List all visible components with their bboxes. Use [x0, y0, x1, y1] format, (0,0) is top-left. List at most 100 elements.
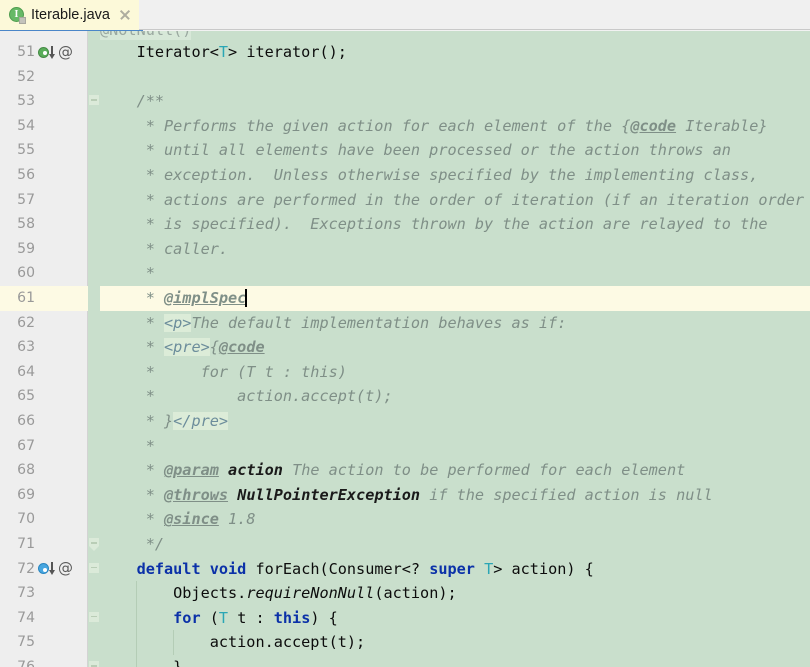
- code-text[interactable]: * @since 1.8: [100, 507, 810, 532]
- code-line[interactable]: 62 * <p>The default implementation behav…: [0, 311, 810, 336]
- code-text[interactable]: * @param action The action to be perform…: [100, 458, 810, 483]
- fold-marker[interactable]: [89, 606, 100, 631]
- code-token: t :: [228, 608, 274, 627]
- code-text[interactable]: * for (T t : this): [100, 360, 810, 385]
- code-token: T: [218, 43, 229, 61]
- code-text[interactable]: */: [100, 532, 810, 557]
- code-line[interactable]: 53 /**: [0, 89, 810, 114]
- code-text[interactable]: Objects.requireNonNull(action);: [100, 581, 810, 606]
- code-text[interactable]: *: [100, 261, 810, 286]
- code-text[interactable]: * exception. Unless otherwise specified …: [100, 163, 810, 188]
- code-text[interactable]: * is specified). Exceptions thrown by th…: [100, 212, 810, 237]
- gutter-cell[interactable]: 62: [0, 311, 88, 336]
- gutter-cell[interactable]: 67: [0, 434, 88, 459]
- code-line[interactable]: 56 * exception. Unless otherwise specifi…: [0, 163, 810, 188]
- code-text[interactable]: /**: [100, 89, 810, 114]
- gutter-cell[interactable]: 69: [0, 483, 88, 508]
- code-line[interactable]: 70 * @since 1.8: [0, 507, 810, 532]
- annotation-icon[interactable]: @: [58, 561, 73, 576]
- code-text[interactable]: * <p>The default implementation behaves …: [100, 311, 810, 336]
- code-line[interactable]: 72 @ default void forEach(Consumer<? supe…: [0, 557, 810, 582]
- fold-marker[interactable]: [89, 557, 100, 582]
- gutter-cell[interactable]: 64: [0, 360, 88, 385]
- line-number: 64: [17, 363, 35, 380]
- code-token: action: [228, 461, 283, 480]
- overriding-method-icon[interactable]: [38, 561, 55, 576]
- code-text[interactable]: * @throws NullPointerException if the sp…: [100, 483, 810, 508]
- gutter-cell[interactable]: 52: [0, 65, 88, 90]
- gutter-cell[interactable]: 60: [0, 261, 88, 286]
- code-line[interactable]: 51 @ Iterator<T> iterator();: [0, 40, 810, 65]
- code-text[interactable]: action.accept(t);: [100, 630, 810, 655]
- code-text[interactable]: * Performs the given action for each ele…: [100, 114, 810, 139]
- code-line[interactable]: 66 * }</pre>: [0, 409, 810, 434]
- code-line[interactable]: 55 * until all elements have been proces…: [0, 138, 810, 163]
- code-text[interactable]: * @implSpec: [100, 286, 810, 311]
- gutter-cell[interactable]: 51 @: [0, 40, 88, 65]
- implemented-method-icon[interactable]: [38, 45, 55, 60]
- code-editor-area[interactable]: @NotNull() 51@ Iterator<T> iterator();52…: [0, 31, 810, 667]
- code-line[interactable]: 59 * caller.: [0, 237, 810, 262]
- code-line[interactable]: 64 * for (T t : this): [0, 360, 810, 385]
- code-text[interactable]: }: [100, 655, 810, 667]
- code-token: /**: [136, 92, 165, 111]
- line-number: 63: [17, 339, 35, 356]
- code-text[interactable]: * until all elements have been processed…: [100, 138, 810, 163]
- gutter-cell[interactable]: 74: [0, 606, 88, 631]
- gutter-cell[interactable]: 75: [0, 630, 88, 655]
- gutter-cell[interactable]: 59: [0, 237, 88, 262]
- code-line[interactable]: 68 * @param action The action to be perf…: [0, 458, 810, 483]
- code-line[interactable]: 69 * @throws NullPointerException if the…: [0, 483, 810, 508]
- code-text[interactable]: * actions are performed in the order of …: [100, 188, 810, 213]
- code-line[interactable]: 73 Objects.requireNonNull(action);: [0, 581, 810, 606]
- gutter-cell[interactable]: 53: [0, 89, 88, 114]
- code-line[interactable]: 61 * @implSpec: [0, 286, 810, 311]
- gutter-cell[interactable]: 73: [0, 581, 88, 606]
- gutter-cell[interactable]: 72 @: [0, 557, 88, 582]
- code-line[interactable]: 67 *: [0, 434, 810, 459]
- code-token: ) {: [310, 608, 338, 627]
- close-icon[interactable]: [118, 8, 132, 22]
- gutter-cell[interactable]: 68: [0, 458, 88, 483]
- code-line[interactable]: 76 }: [0, 655, 810, 667]
- gutter-cell[interactable]: 58: [0, 212, 88, 237]
- code-text[interactable]: default void forEach(Consumer<? super T>…: [100, 557, 810, 582]
- code-line[interactable]: 74 for (T t : this) {: [0, 605, 810, 631]
- code-token: }: [100, 658, 183, 667]
- gutter-cell[interactable]: 66: [0, 409, 88, 434]
- gutter-cell[interactable]: 54: [0, 114, 88, 139]
- line-number: 52: [17, 68, 35, 85]
- code-text[interactable]: * }</pre>: [100, 409, 810, 434]
- code-text[interactable]: [100, 65, 810, 90]
- fold-marker[interactable]: [89, 89, 100, 114]
- fold-marker[interactable]: [89, 532, 100, 557]
- fold-marker[interactable]: [89, 655, 100, 667]
- gutter-cell[interactable]: 61: [0, 286, 88, 311]
- code-line[interactable]: 63 * <pre>{@code: [0, 335, 810, 360]
- gutter-cell[interactable]: 65: [0, 384, 88, 409]
- code-text[interactable]: * <pre>{@code: [100, 335, 810, 360]
- gutter-cell[interactable]: 55: [0, 138, 88, 163]
- annotation-icon[interactable]: @: [58, 44, 73, 60]
- code-line[interactable]: 71 */: [0, 532, 810, 557]
- code-text[interactable]: *: [100, 434, 810, 459]
- gutter-cell[interactable]: 63: [0, 335, 88, 360]
- code-line[interactable]: 52: [0, 65, 810, 90]
- code-text[interactable]: * caller.: [100, 237, 810, 262]
- code-line[interactable]: 60 *: [0, 261, 810, 286]
- code-line[interactable]: 57 * actions are performed in the order …: [0, 188, 810, 213]
- gutter-cell[interactable]: 76: [0, 655, 88, 667]
- line-number: 72: [17, 560, 35, 577]
- editor-tab-iterable-java[interactable]: I Iterable.java: [0, 0, 139, 30]
- code-line[interactable]: 65 * action.accept(t);: [0, 384, 810, 409]
- gutter-cell[interactable]: 57: [0, 188, 88, 213]
- gutter-cell[interactable]: 71: [0, 532, 88, 557]
- gutter-cell[interactable]: 56: [0, 163, 88, 188]
- gutter-cell[interactable]: 70: [0, 507, 88, 532]
- code-text[interactable]: * action.accept(t);: [100, 384, 810, 409]
- code-text[interactable]: for (T t : this) {: [100, 605, 810, 631]
- code-line[interactable]: 58 * is specified). Exceptions thrown by…: [0, 212, 810, 237]
- code-line[interactable]: 75 action.accept(t);: [0, 630, 810, 655]
- code-text[interactable]: Iterator<T> iterator();: [100, 40, 810, 65]
- code-line[interactable]: 54 * Performs the given action for each …: [0, 114, 810, 139]
